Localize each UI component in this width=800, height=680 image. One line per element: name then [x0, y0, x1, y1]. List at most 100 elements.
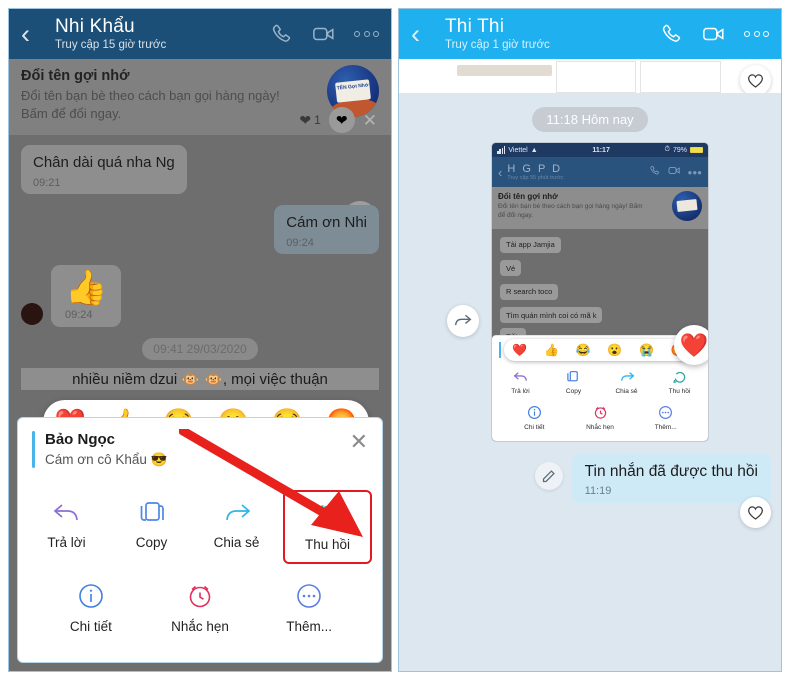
action-label: Nhắc hẹn — [171, 619, 229, 634]
heart-reaction-button[interactable]: ❤ — [328, 107, 355, 133]
action-label: Thêm... — [286, 619, 332, 634]
video-camera-icon — [668, 163, 681, 181]
chevron-left-icon[interactable]: ‹ — [21, 20, 49, 48]
message-bubble-outgoing[interactable]: Cám ơn Nhi 09:24 — [274, 204, 379, 254]
reaction-heart-icon: ❤️ — [512, 343, 528, 357]
message-bubble-incoming[interactable]: Chân dài quá nha Ng 09:21 — [21, 145, 187, 194]
screenshot-root: ‹ Nhi Khẩu Truy cập 15 giờ trước Đổi tên… — [0, 0, 800, 680]
embedded-action-label: Thêm... — [654, 424, 677, 431]
left-contact-name: Nhi Khẩu — [55, 16, 135, 38]
action-copy[interactable]: Copy — [109, 490, 194, 564]
embedded-action-label: Chi tiết — [524, 424, 545, 431]
forward-arrow-icon[interactable] — [447, 305, 479, 337]
copy-icon — [567, 371, 578, 382]
promo-reactions: ❤ 1 ❤ ✕ — [299, 107, 377, 133]
right-header-actions — [662, 23, 769, 45]
timestamp-label: 09:41 29/03/2020 — [142, 337, 258, 360]
embedded-message: Tải app Jamjia — [500, 236, 561, 253]
more-options-icon[interactable] — [354, 31, 379, 37]
embedded-action-row-secondary: Chi tiết Nhắc hẹn Thêm... — [492, 400, 708, 441]
quote-accent-bar — [32, 431, 35, 468]
phone-icon[interactable] — [272, 23, 294, 45]
message-action-sheet: Bảo Ngọc Cám ơn cô Khẩu 😎 ✕ Trả lời Copy… — [17, 417, 383, 663]
avatar — [21, 302, 43, 325]
timestamp-divider: 09:41 29/03/2020 — [21, 337, 379, 360]
info-circle-icon — [79, 584, 103, 608]
left-contact-status: Truy cập 15 giờ trước — [55, 38, 167, 51]
copy-icon — [140, 502, 164, 521]
action-details[interactable]: Chi tiết — [36, 572, 145, 644]
wifi-icon: ▲ — [530, 146, 538, 154]
message-text: Chân dài quá nha Ng — [33, 154, 175, 171]
embedded-action-label: Nhắc hẹn — [586, 424, 614, 431]
reaction-thumbsup-icon: 👍 — [544, 343, 559, 357]
action-more[interactable]: Thêm... — [255, 572, 364, 644]
embedded-message: Tìm quán mình coi có mã k — [500, 307, 603, 323]
embedded-promo-body: Đổi tên bạn bè theo cách bạn gọi hàng ng… — [498, 203, 643, 219]
action-reply[interactable]: Trả lời — [24, 490, 109, 564]
screenshot-message-wrapper: Viettel ▲ 11:17 ⏱ 79% ‹ H G P D Truy cập… — [399, 142, 781, 442]
embedded-chat-header: ‹ H G P D Truy cập 55 phút trước ●●● — [492, 157, 708, 187]
signal-icon — [497, 146, 506, 154]
action-label: Chi tiết — [69, 619, 112, 634]
left-phone-panel: ‹ Nhi Khẩu Truy cập 15 giờ trước Đổi tên… — [8, 8, 392, 672]
battery-percent: 79% — [672, 146, 687, 154]
recall-loop-icon — [673, 371, 686, 383]
right-header-titles: Thi Thi Truy cập 1 giờ trước — [439, 17, 662, 51]
reaction-cry-icon: 😭 — [638, 343, 654, 357]
sticker-message[interactable]: 👍 09:24 — [51, 264, 122, 327]
left-promo-banner[interactable]: Đổi tên gợi nhớ Đổi tên bạn bè theo cách… — [9, 59, 391, 135]
action-row-secondary: Chi tiết Nhắc hẹn Thêm... — [18, 568, 382, 662]
embedded-action-more: Thêm... — [633, 402, 699, 434]
embedded-action-copy: Copy — [547, 367, 600, 398]
action-label: Trả lời — [47, 535, 86, 550]
more-circle-icon — [659, 406, 673, 419]
close-icon[interactable]: ✕ — [363, 112, 377, 129]
embedded-reaction-picker: ❤️ 👍 😂 😮 😭 😡 — [504, 339, 694, 361]
recall-message-time: 11:19 — [584, 485, 612, 497]
message-row: 👍 09:24 — [21, 264, 379, 327]
heart-outline-icon[interactable] — [740, 497, 771, 528]
heart-outline-icon[interactable] — [740, 65, 771, 93]
right-phone-panel: ‹ Thi Thi Truy cập 1 giờ trước 11:18 Hôm… — [398, 8, 782, 672]
message-row: Chân dài quá nha Ng 09:21 — [21, 145, 379, 194]
pencil-icon[interactable] — [534, 462, 563, 490]
message-text: Cám ơn Nhi — [286, 213, 367, 231]
reaction-wow-icon: 😮 — [607, 343, 623, 357]
embedded-contact-name: H G P D Truy cập 55 phút trước — [502, 163, 642, 181]
action-label: Chia sẻ — [213, 535, 260, 550]
embedded-action-label: Copy — [565, 388, 582, 395]
recall-message-bubble[interactable]: Tin nhắn đã được thu hồi 11:19 — [571, 454, 771, 503]
right-conversation: 11:18 Hôm nay Viettel ▲ 11:17 ⏱ 79% ‹ H … — [399, 59, 781, 671]
thumbs-up-icon: 👍 — [65, 268, 108, 307]
phone-icon[interactable] — [662, 23, 684, 45]
embedded-contact-status: Truy cập 55 phút trước — [507, 175, 564, 181]
more-options-icon[interactable] — [744, 31, 769, 37]
action-share[interactable]: Chia sẻ — [194, 490, 279, 564]
recall-message-text: Tin nhắn đã được thu hồi — [584, 463, 758, 480]
day-label: 11:18 Hôm nay — [532, 107, 648, 132]
alarm-icon: ⏱ — [664, 146, 670, 153]
day-divider: 11:18 Hôm nay — [399, 107, 781, 132]
promo-reaction-count[interactable]: ❤ 1 — [299, 112, 320, 129]
embedded-action-label: Thu hồi — [668, 388, 691, 395]
video-camera-icon[interactable] — [702, 23, 726, 45]
close-icon[interactable]: ✕ — [350, 431, 368, 453]
embedded-message: Vé — [500, 260, 522, 276]
info-circle-icon — [527, 406, 541, 419]
chevron-left-icon[interactable]: ‹ — [411, 20, 439, 48]
cut-off-image-message[interactable] — [399, 59, 781, 93]
left-chat-header: ‹ Nhi Khẩu Truy cập 15 giờ trước — [9, 9, 391, 59]
action-recall[interactable]: Thu hồi — [283, 490, 372, 564]
quoted-message-snippet: Cám ơn cô Khẩu 😎 — [45, 452, 168, 467]
action-reminder[interactable]: Nhắc hẹn — [145, 572, 254, 644]
share-arrow-icon — [225, 504, 250, 521]
message-time: 09:24 — [286, 236, 314, 249]
embedded-message: R search toco — [500, 283, 559, 300]
embedded-name-text: H G P D — [507, 163, 563, 175]
message-time: 09:21 — [33, 176, 61, 189]
promo-logo-text: TÊN Gợi Nhớ — [335, 79, 371, 103]
screenshot-image-message[interactable]: Viettel ▲ 11:17 ⏱ 79% ‹ H G P D Truy cập… — [491, 142, 709, 442]
video-camera-icon[interactable] — [312, 23, 336, 45]
status-time: 11:17 — [592, 146, 610, 154]
